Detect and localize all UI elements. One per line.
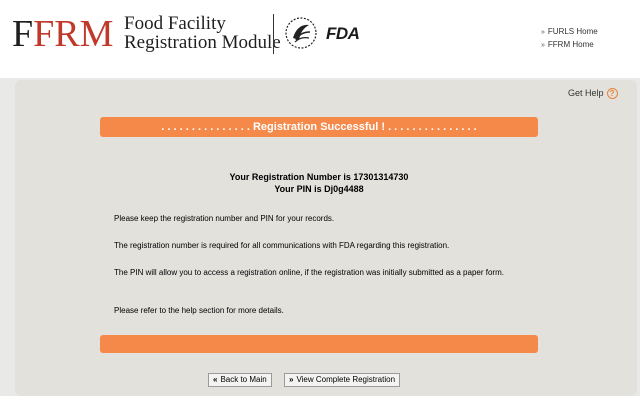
ffrm-home-label: FFRM Home [547, 40, 594, 49]
bottom-bar [100, 335, 538, 353]
header-divider [273, 14, 274, 54]
top-links: » FURLS Home » FFRM Home [541, 26, 598, 52]
question-icon: ? [606, 88, 618, 100]
back-to-main-label: Back to Main [220, 375, 267, 384]
ffrm-home-link[interactable]: » FFRM Home [541, 39, 598, 52]
module-title: Food Facility Registration Module [124, 14, 281, 52]
double-chevron-right-icon: » [289, 375, 294, 384]
registration-pin: Your PIN is Dj0g4488 [274, 184, 364, 194]
view-complete-registration-label: View Complete Registration [296, 375, 396, 384]
registration-info: Your Registration Number is 17301314730 … [100, 171, 538, 195]
message-help-section: Please refer to the help section for mor… [114, 306, 284, 315]
logo-first-letter: F [12, 13, 34, 55]
double-chevron-right-icon: » [541, 29, 545, 36]
get-help-label: Get Help [568, 88, 604, 98]
furls-home-link[interactable]: » FURLS Home [541, 26, 598, 39]
back-to-main-button[interactable]: «Back to Main [208, 373, 272, 387]
module-title-line2: Registration Module [124, 32, 281, 53]
double-chevron-left-icon: « [213, 375, 218, 384]
logo-rest: FRM [33, 13, 114, 55]
message-pin-access: The PIN will allow you to access a regis… [114, 268, 504, 277]
ffrm-logo: FFRM [12, 14, 113, 54]
success-banner: . . . . . . . . . . . . . . . Registrati… [100, 117, 538, 137]
furls-home-label: FURLS Home [547, 27, 598, 36]
module-title-line1: Food Facility [124, 13, 226, 34]
message-keep-records: Please keep the registration number and … [114, 214, 335, 223]
registration-number: Your Registration Number is 17301314730 [229, 172, 409, 182]
page-header: FFRM Food Facility Registration Module F… [0, 0, 640, 78]
double-chevron-right-icon: » [541, 42, 545, 49]
view-complete-registration-button[interactable]: » View Complete Registration [284, 373, 401, 387]
hhs-eagle-icon [285, 17, 317, 49]
fda-logo: FDA [326, 24, 360, 43]
get-help-link[interactable]: Get Help? [568, 88, 618, 100]
message-registration-required: The registration number is required for … [114, 241, 450, 250]
